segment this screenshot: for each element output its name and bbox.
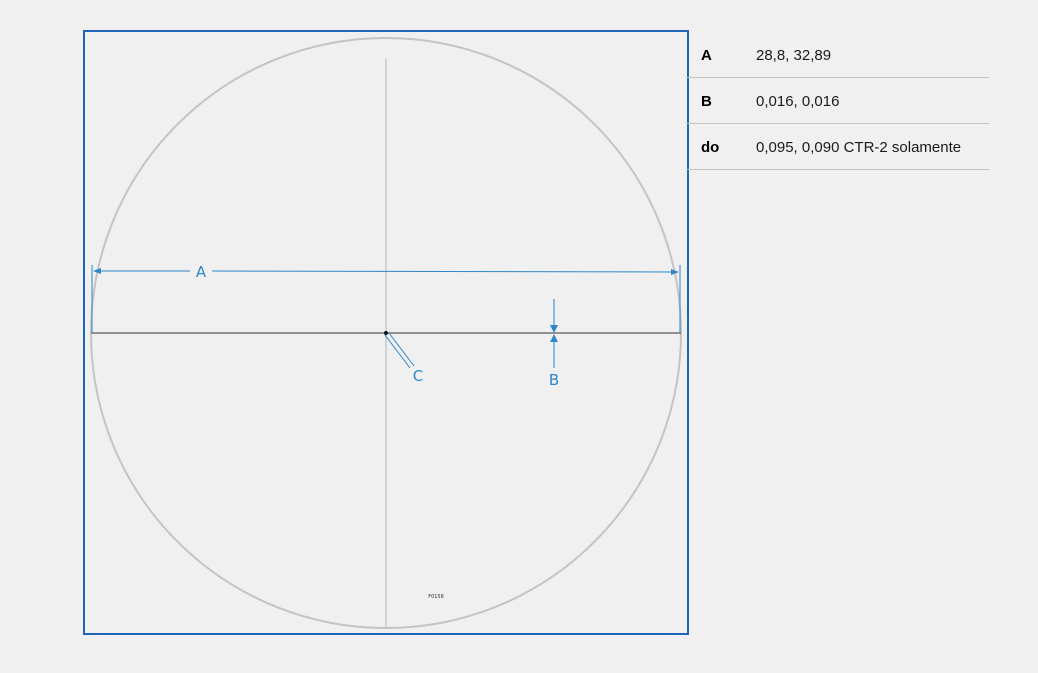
reticle-reference-mark: F0158: [428, 594, 444, 600]
spec-key: A: [701, 47, 712, 64]
center-dot: [384, 331, 388, 335]
dimension-c-leader-2: [388, 332, 415, 367]
spec-row-do: do 0,095, 0,090 CTR-2 solamente: [686, 124, 989, 170]
dimension-a-line-right: [211, 270, 673, 273]
spec-value: 0,095, 0,090 CTR-2 solamente: [756, 139, 962, 156]
spec-key: B: [701, 93, 712, 110]
spec-row-a: A 28,8, 32,89: [686, 32, 989, 78]
spec-table: A 28,8, 32,89 B 0,016, 0,016 do 0,095, 0…: [686, 32, 989, 170]
dimension-a-label: A: [196, 263, 207, 281]
dimension-c-label: C: [413, 367, 423, 385]
spec-key: do: [701, 139, 720, 156]
dimension-b-label: B: [549, 371, 559, 389]
dimension-b-upper-arrow: [550, 325, 558, 333]
dimension-c-leader-1: [384, 334, 411, 369]
spec-value: 28,8, 32,89: [756, 47, 832, 64]
spec-row-b: B 0,016, 0,016: [686, 78, 989, 124]
reticle-spec-sheet: A B C F0158 A 28,8, 32,89 B 0,016, 0,016…: [0, 0, 1038, 673]
spec-value: 0,016, 0,016: [756, 93, 840, 110]
dimension-b-lower-arrow: [550, 334, 558, 342]
